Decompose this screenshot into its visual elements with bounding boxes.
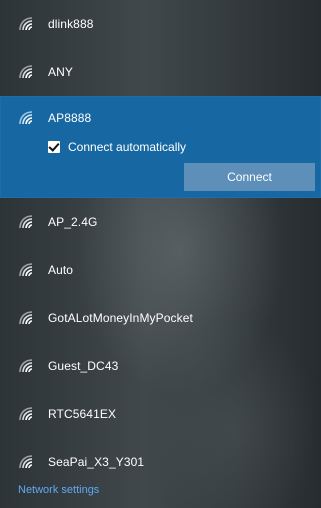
network-settings-link[interactable]: Network settings: [18, 483, 99, 497]
selected-network-header: AP8888: [18, 110, 91, 126]
wifi-icon: [18, 358, 35, 374]
network-name: dlink888: [48, 17, 94, 31]
network-item-gotalotmoneyinmypocket[interactable]: GotALotMoneyInMyPocket: [0, 294, 321, 342]
checkmark-icon: [48, 140, 60, 152]
wifi-icon: [18, 406, 35, 422]
wifi-icon: [18, 110, 35, 126]
network-name: ANY: [48, 65, 73, 79]
wifi-flyout: dlink888 ANY AP8888 Connect automaticall…: [0, 0, 321, 508]
network-item-ap-2-4g[interactable]: AP_2.4G: [0, 198, 321, 246]
network-item-ap8888-selected[interactable]: AP8888 Connect automatically Connect: [0, 96, 321, 198]
wifi-icon: [18, 16, 35, 32]
network-item-dlink888[interactable]: dlink888: [0, 0, 321, 48]
wifi-icon: [18, 262, 35, 278]
wifi-icon: [18, 454, 35, 470]
network-item-rtc5641ex[interactable]: RTC5641EX: [0, 390, 321, 438]
connect-automatically-checkbox[interactable]: [48, 140, 60, 153]
network-name: Guest_DC43: [48, 359, 119, 373]
network-name: Auto: [48, 263, 74, 277]
wifi-icon: [18, 214, 35, 230]
connect-automatically-label: Connect automatically: [68, 140, 187, 154]
network-item-guest-dc43[interactable]: Guest_DC43: [0, 342, 321, 390]
network-name: GotALotMoneyInMyPocket: [48, 311, 193, 325]
network-item-any[interactable]: ANY: [0, 48, 321, 96]
connect-button[interactable]: Connect: [184, 163, 315, 191]
wifi-icon: [18, 310, 35, 326]
network-name: SeaPai_X3_Y301: [48, 455, 145, 469]
connect-automatically-row[interactable]: Connect automatically: [48, 140, 186, 154]
network-name: AP8888: [48, 111, 92, 125]
network-item-auto[interactable]: Auto: [0, 246, 321, 294]
wifi-icon: [18, 64, 35, 80]
network-item-seapai-x3-y301[interactable]: SeaPai_X3_Y301: [0, 438, 321, 486]
network-name: AP_2.4G: [48, 215, 98, 229]
network-name: RTC5641EX: [48, 407, 117, 421]
network-list: dlink888 ANY AP8888 Connect automaticall…: [0, 0, 321, 486]
